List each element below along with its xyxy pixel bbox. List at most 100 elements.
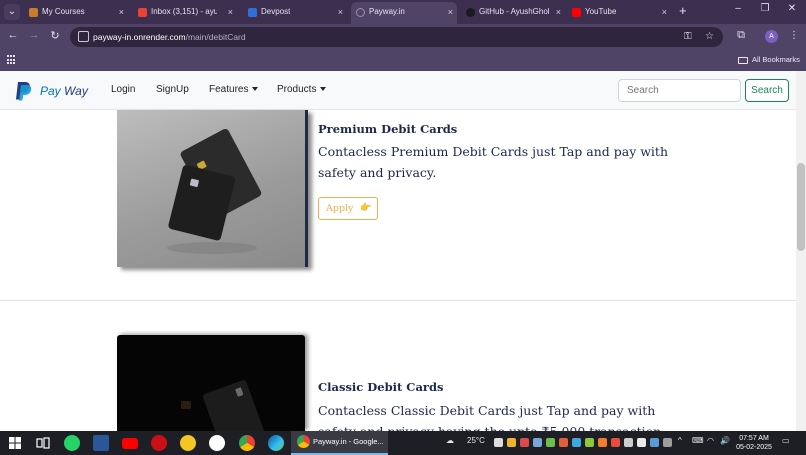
tray-app-icon[interactable] [559, 438, 568, 447]
chrome-icon[interactable] [239, 435, 255, 451]
loading-icon [356, 8, 365, 17]
card-title: Premium Debit Cards [318, 122, 458, 136]
tab-close-icon[interactable]: × [228, 2, 233, 22]
tray-app-icon[interactable] [572, 438, 581, 447]
tray-app-icon[interactable] [546, 438, 555, 447]
reload-icon[interactable]: ↻ [48, 29, 62, 42]
notes-app-icon[interactable] [180, 435, 196, 451]
github-icon [466, 8, 475, 17]
all-bookmarks-label: All Bookmarks [752, 55, 800, 64]
word-icon[interactable] [93, 435, 109, 451]
site-info-icon[interactable] [78, 31, 89, 42]
tab-close-icon[interactable]: × [556, 2, 561, 22]
github-desktop-icon[interactable] [209, 435, 225, 451]
apps-grid-icon[interactable] [7, 55, 17, 65]
tray-app-icon[interactable] [507, 438, 516, 447]
show-hidden-icons[interactable]: ^ [678, 436, 682, 445]
tray-app-icon[interactable] [520, 438, 529, 447]
card-description: Contacless Classic Debit Cards just Tap … [318, 403, 661, 431]
minimize-button[interactable]: – [730, 3, 746, 14]
search-input[interactable] [618, 79, 741, 102]
tray-app-icon[interactable] [637, 438, 646, 447]
address-bar[interactable]: payway-in.onrender.com/main/debitCard ⚿ … [70, 27, 723, 47]
opera-icon[interactable] [151, 435, 167, 451]
all-bookmarks-button[interactable]: All Bookmarks [738, 50, 800, 70]
windows-start-icon[interactable] [7, 435, 23, 451]
page-scrollbar[interactable] [796, 71, 806, 431]
card-description: Contacless Premium Debit Cards just Tap … [318, 144, 668, 180]
tab-devpost[interactable]: Devpost × [243, 2, 347, 24]
caret-down-icon [252, 87, 259, 92]
youtube-app-icon[interactable] [122, 438, 138, 449]
back-arrow-icon[interactable]: ← [6, 29, 20, 41]
site-navbar: Pay Way Login SignUp Features Products S… [0, 71, 796, 110]
taskbar-active-chrome-window[interactable]: Payway.in - Google... [291, 431, 388, 455]
brand-pay: Pay [40, 84, 61, 98]
url-path: /main/debitCard [185, 32, 246, 42]
nav-products-dropdown[interactable]: Products [277, 84, 327, 95]
nav-login-link[interactable]: Login [111, 84, 135, 95]
weather-icon[interactable]: ☁ [446, 436, 454, 445]
tab-close-icon[interactable]: × [119, 2, 124, 22]
tab-github[interactable]: GitHub - AyushGhol × [461, 2, 565, 24]
tab-close-icon[interactable]: × [662, 2, 667, 22]
restore-button[interactable]: ❐ [757, 3, 773, 14]
browser-tab-bar: ⌄ My Courses × Inbox (3,151) - ayush × D… [0, 0, 806, 24]
tab-label: Payway.in [369, 7, 405, 16]
profile-avatar[interactable]: A [765, 30, 778, 43]
wifi-icon[interactable]: ◠ [707, 436, 714, 445]
tray-app-icon[interactable] [650, 438, 659, 447]
whatsapp-icon[interactable] [64, 435, 80, 451]
browser-menu-icon[interactable]: ⋮ [789, 30, 799, 41]
nav-signup-link[interactable]: SignUp [156, 84, 189, 95]
tab-inbox[interactable]: Inbox (3,151) - ayush × [133, 2, 237, 24]
browser-toolbar: ← → ↻ payway-in.onrender.com/main/debitC… [0, 24, 806, 50]
close-window-button[interactable]: ✕ [784, 3, 800, 14]
tab-label: Devpost [261, 7, 291, 16]
search-button[interactable]: Search [745, 79, 789, 102]
password-key-icon[interactable]: ⚿ [684, 31, 692, 42]
new-tab-button[interactable]: + [679, 3, 687, 18]
section-divider [0, 300, 796, 301]
url-text[interactable]: payway-in.onrender.com/main/debitCard [93, 27, 246, 47]
tray-app-icon[interactable] [611, 438, 620, 447]
tab-close-icon[interactable]: × [448, 2, 453, 22]
tab-label: YouTube [585, 7, 617, 16]
devpost-icon [248, 8, 257, 17]
tray-app-icon[interactable] [494, 438, 503, 447]
apply-button[interactable]: Apply 👉 [318, 197, 378, 220]
brand-way: Way [64, 84, 88, 98]
tray-app-icon[interactable] [624, 438, 633, 447]
tray-app-icon[interactable] [533, 438, 542, 447]
apply-label: Apply [326, 203, 354, 214]
system-clock[interactable]: 07:57 AM 05-02-2025 [735, 434, 773, 452]
tray-app-icon[interactable] [663, 438, 672, 447]
premium-cards-illustration [167, 128, 262, 254]
notifications-icon[interactable]: ▭ [782, 436, 790, 445]
windows-taskbar: Payway.in - Google... ☁ 25°C ^ ⌨ ◠ 🔊 07:… [0, 431, 806, 455]
volume-icon[interactable]: 🔊 [720, 436, 730, 445]
scrollbar-thumb[interactable] [797, 163, 805, 251]
forward-arrow-icon[interactable]: → [27, 29, 41, 41]
folder-icon [738, 56, 748, 64]
keyboard-icon[interactable]: ⌨ [692, 436, 704, 445]
chrome-icon [297, 435, 310, 448]
task-view-icon[interactable] [35, 435, 51, 451]
tab-search-icon[interactable]: ⌄ [4, 4, 20, 20]
tab-my-courses[interactable]: My Courses × [24, 2, 128, 24]
tab-youtube[interactable]: YouTube × [567, 2, 671, 24]
tab-close-icon[interactable]: × [338, 2, 343, 22]
bookmarks-bar: All Bookmarks [0, 50, 806, 71]
courses-icon [29, 8, 38, 17]
weather-temperature[interactable]: 25°C [467, 436, 485, 445]
extensions-icon[interactable]: ⧉ [734, 29, 748, 42]
url-domain: payway-in.onrender.com [93, 32, 186, 42]
tray-app-icon[interactable] [585, 438, 594, 447]
caret-down-icon [320, 87, 327, 92]
paypal-logo-icon [16, 82, 32, 101]
edge-icon[interactable] [268, 435, 284, 451]
tab-payway[interactable]: Payway.in × [351, 2, 457, 24]
bookmark-star-icon[interactable]: ☆ [705, 31, 714, 42]
tray-app-icon[interactable] [598, 438, 607, 447]
nav-features-dropdown[interactable]: Features [209, 84, 259, 95]
